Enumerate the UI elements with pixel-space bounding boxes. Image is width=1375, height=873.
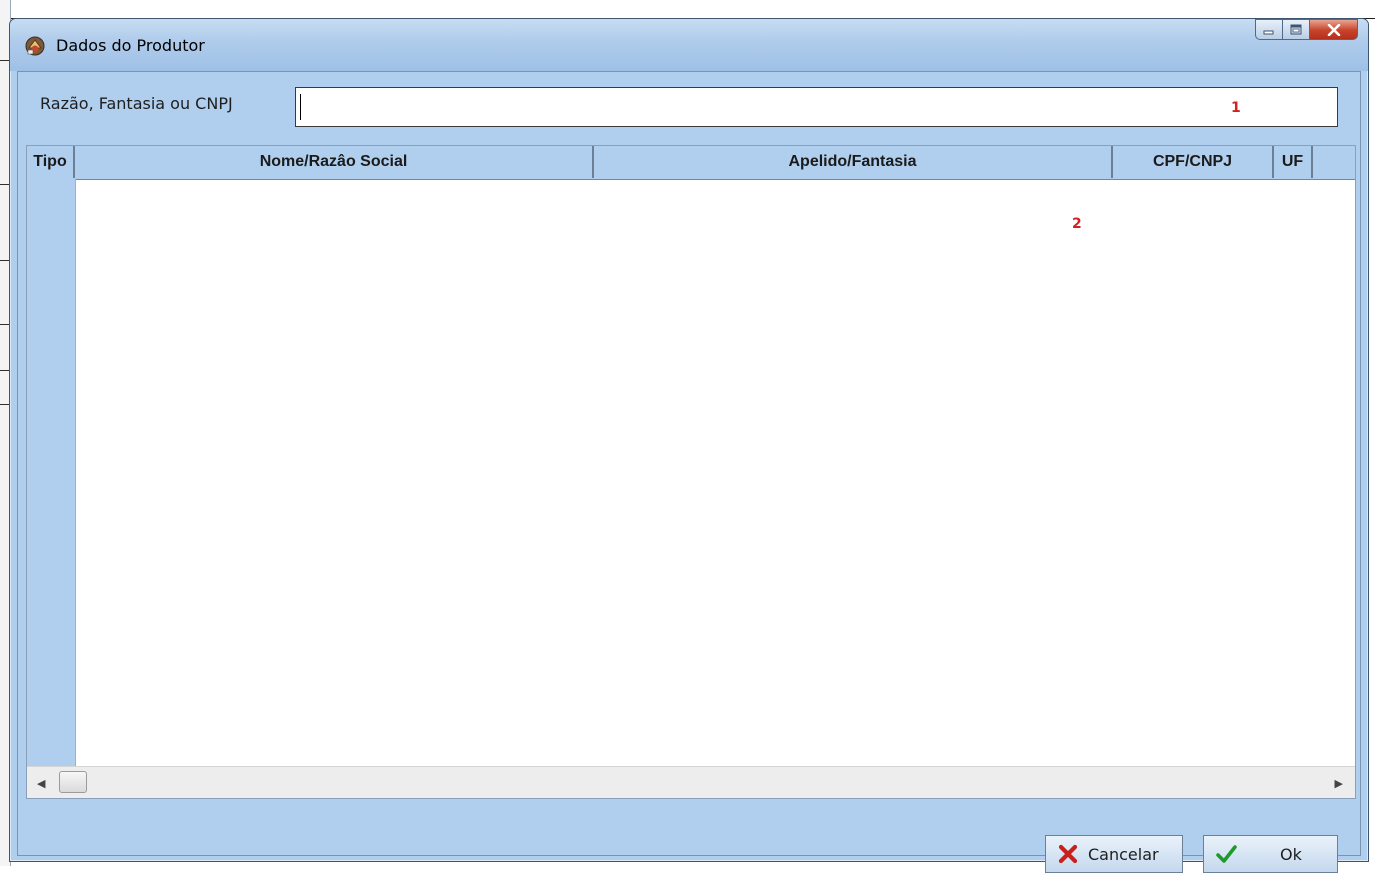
- annotation-marker-1: 1: [1231, 100, 1241, 116]
- checkmark-icon: [1216, 845, 1237, 863]
- annotation-marker-2: 2: [1072, 216, 1082, 232]
- close-button[interactable]: [1310, 19, 1358, 40]
- ok-label: Ok: [1280, 844, 1302, 864]
- cross-icon: [1058, 844, 1078, 864]
- minimize-icon: [1263, 30, 1274, 34]
- column-header-apelido[interactable]: Apelido/Fantasia: [594, 146, 1113, 178]
- horizontal-scrollbar[interactable]: ◀ ▶: [27, 766, 1355, 798]
- background-app-top: [0, 0, 1375, 19]
- ok-button[interactable]: Ok: [1203, 835, 1338, 873]
- dialog-body: Razão, Fantasia ou CNPJ 1 Tipo Nome/Razâ…: [17, 71, 1361, 873]
- minimize-button[interactable]: [1255, 19, 1283, 40]
- column-header-tipo[interactable]: Tipo: [27, 146, 75, 178]
- grid-header: Tipo Nome/Razâo Social Apelido/Fantasia …: [27, 146, 1355, 180]
- dialog-window: Dados do Produtor Razão, Fantasia ou CNP…: [9, 18, 1369, 873]
- row-indicator-column: [27, 179, 76, 769]
- search-label: Razão, Fantasia ou CNPJ: [40, 94, 233, 113]
- maximize-icon: [1290, 24, 1302, 35]
- cancel-button[interactable]: Cancelar: [1045, 835, 1183, 873]
- column-header-nome[interactable]: Nome/Razâo Social: [75, 146, 594, 178]
- text-caret: [300, 94, 301, 120]
- window-title: Dados do Produtor: [56, 36, 205, 55]
- scroll-right-icon[interactable]: ▶: [1335, 777, 1343, 790]
- app-icon: [25, 36, 45, 56]
- scroll-left-icon[interactable]: ◀: [37, 777, 45, 790]
- column-header-cpf-cnpj[interactable]: CPF/CNPJ: [1113, 146, 1274, 178]
- close-icon: [1327, 23, 1340, 36]
- scroll-thumb[interactable]: [59, 771, 87, 793]
- search-input[interactable]: [295, 87, 1338, 127]
- results-grid[interactable]: Tipo Nome/Razâo Social Apelido/Fantasia …: [26, 145, 1356, 799]
- cancel-label: Cancelar: [1088, 844, 1159, 864]
- title-bar[interactable]: Dados do Produtor: [10, 19, 1368, 71]
- maximize-button[interactable]: [1283, 19, 1310, 40]
- caption-buttons: [1255, 19, 1358, 40]
- column-header-uf[interactable]: UF: [1274, 146, 1313, 178]
